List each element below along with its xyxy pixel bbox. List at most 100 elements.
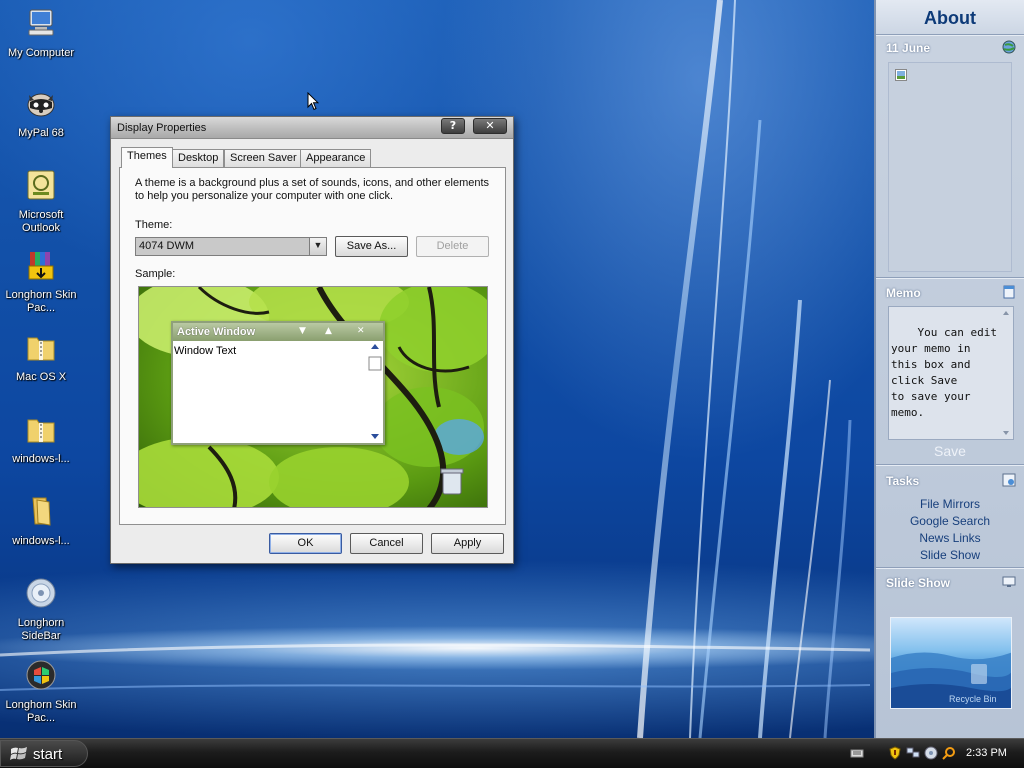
desktop-icon-label: Mac OS X — [15, 371, 67, 383]
raccoon-app-icon — [27, 93, 55, 117]
recycle-bin-icon — [971, 664, 987, 684]
theme-dropdown[interactable]: 4074 DWM ▼ — [135, 237, 327, 256]
desktop-icon-windows-l-zip[interactable]: windows-l... — [0, 412, 82, 466]
desktop-icon-mac-os-x[interactable]: Mac OS X — [0, 330, 82, 384]
slideshow-header: Slide Show — [876, 572, 1024, 594]
search-icon[interactable] — [942, 746, 956, 760]
dialog-title: Display Properties — [117, 122, 207, 134]
desktop-icon-label: Longhorn SideBar — [17, 617, 65, 642]
skin-pack-icon — [26, 660, 56, 690]
task-file-mirrors[interactable]: File Mirrors — [876, 497, 1024, 511]
notepad-icon[interactable] — [1002, 285, 1016, 299]
help-button[interactable]: ? — [441, 118, 465, 134]
sample-active-window: Active Window ▼ ▲ ✕ Window Text — [171, 321, 385, 445]
desktop-icon-mypal[interactable]: MyPal 68 — [0, 86, 82, 140]
tasks-icon[interactable] — [1002, 473, 1016, 487]
apply-button[interactable]: Apply — [431, 533, 504, 554]
desktop-icon-windows-l-folder[interactable]: windows-l... — [0, 494, 82, 548]
keyboard-icon[interactable] — [850, 746, 864, 760]
globe-icon[interactable] — [1002, 40, 1016, 54]
maximize-icon: ▲ — [325, 326, 332, 336]
memo-scrollbar[interactable] — [1000, 308, 1012, 438]
desktop-icon-label: Longhorn Skin Pac... — [5, 699, 77, 724]
windows-logo-icon — [10, 747, 27, 760]
recycle-bin-icon — [440, 468, 464, 495]
themes-tab-panel: A theme is a background plus a set of so… — [119, 167, 506, 525]
installer-box-icon — [28, 252, 54, 280]
theme-sample-preview: Active Window ▼ ▲ ✕ Window Text — [138, 286, 488, 508]
sidebar-date: 11 June — [886, 41, 931, 55]
sample-window-text: Window Text — [174, 345, 237, 357]
theme-label: Theme: — [135, 219, 173, 231]
sidebar-photo-section: 11 June — [876, 37, 1024, 59]
theme-dropdown-value: 4074 DWM — [139, 240, 195, 252]
delete-button[interactable]: Delete — [416, 236, 489, 257]
tasks-title: Tasks — [886, 474, 920, 488]
memo-textarea[interactable]: You can edit your memo in this box and c… — [888, 306, 1014, 440]
sample-scrollbar — [367, 341, 383, 443]
memo-save-button[interactable]: Save — [876, 443, 1024, 459]
theme-description: A theme is a background plus a set of so… — [135, 177, 490, 202]
sample-label: Sample: — [135, 268, 176, 280]
tab-themes[interactable]: Themes — [121, 147, 173, 168]
slideshow-caption: Recycle Bin — [949, 694, 997, 704]
slideshow-image[interactable]: Recycle Bin — [890, 617, 1012, 709]
task-news-links[interactable]: News Links — [876, 531, 1024, 545]
tab-screen-saver[interactable]: Screen Saver — [224, 149, 303, 167]
taskbar-clock[interactable]: 2:33 PM — [966, 747, 1007, 759]
memo-text: You can edit your memo in this box and c… — [891, 326, 997, 419]
desktop-icon-label: My Computer — [7, 47, 75, 59]
display-properties-dialog: Display Properties ? ✕ Themes Desktop Sc… — [110, 116, 514, 564]
desktop-icon-longhorn-skin-pack-1[interactable]: Longhorn Skin Pac... — [0, 248, 82, 315]
desktop-icon-my-computer[interactable]: My Computer — [0, 6, 82, 60]
ok-button[interactable]: OK — [269, 533, 342, 554]
task-google-search[interactable]: Google Search — [876, 514, 1024, 528]
photo-frame[interactable] — [888, 62, 1012, 272]
sidebar-memo-section: Memo — [876, 282, 1024, 304]
security-shield-icon[interactable] — [888, 746, 902, 760]
desktop-icon-label: Longhorn Skin Pac... — [5, 289, 77, 314]
sidebar-divider — [876, 34, 1024, 36]
desktop-icon-longhorn-sidebar[interactable]: Longhorn SideBar — [0, 576, 82, 643]
desktop-icon-label: windows-l... — [12, 453, 70, 465]
sidebar-date-header: 11 June — [876, 37, 1024, 59]
close-button[interactable]: ✕ — [473, 118, 507, 134]
desktop-icon-longhorn-skin-pack-2[interactable]: Longhorn Skin Pac... — [0, 658, 82, 725]
taskbar: start 2:33 PM — [0, 738, 1024, 768]
folder-icon — [32, 497, 51, 526]
sidebar-slideshow-section: Slide Show — [876, 572, 1024, 594]
tab-desktop[interactable]: Desktop — [172, 149, 225, 167]
desktop-icon-label: MyPal 68 — [18, 127, 64, 139]
slideshow-title: Slide Show — [886, 576, 951, 590]
zip-folder-icon — [27, 419, 55, 443]
save-as-button[interactable]: Save As... — [335, 236, 408, 257]
minimize-icon: ▼ — [299, 326, 306, 336]
sidebar-app-icon — [26, 578, 56, 608]
network-icon[interactable] — [906, 746, 920, 760]
sidebar-about-title[interactable]: About — [876, 0, 1024, 34]
longhorn-sidebar: About 11 June Memo You can edit your mem — [874, 0, 1024, 738]
tab-appearance[interactable]: Appearance — [300, 149, 372, 167]
close-icon: ✕ — [357, 326, 365, 336]
start-button[interactable]: start — [0, 740, 88, 767]
desktop-icon-label: Microsoft Outlook — [18, 209, 64, 234]
memo-header: Memo — [876, 282, 1024, 304]
outlook-icon — [27, 170, 55, 200]
sidebar-divider — [876, 567, 1024, 569]
sample-window-title: Active Window — [177, 326, 256, 338]
memo-title: Memo — [886, 286, 921, 300]
monitor-icon[interactable] — [1002, 575, 1016, 589]
desktop-icon-outlook[interactable]: Microsoft Outlook — [0, 168, 82, 235]
cancel-button[interactable]: Cancel — [350, 533, 423, 554]
zip-folder-icon — [27, 337, 55, 361]
sidebar-tray-icon[interactable] — [924, 746, 938, 760]
sample-window-titlebar: Active Window ▼ ▲ ✕ — [173, 323, 383, 341]
desktop-icon-label: windows-l... — [12, 535, 70, 547]
sidebar-tasks-section: Tasks — [876, 470, 1024, 492]
start-label: start — [33, 746, 63, 763]
sidebar-divider — [876, 464, 1024, 466]
dialog-titlebar[interactable]: Display Properties ? ✕ — [111, 117, 513, 139]
task-slide-show[interactable]: Slide Show — [876, 548, 1024, 562]
chevron-down-icon[interactable]: ▼ — [309, 238, 326, 255]
tasks-header: Tasks — [876, 470, 1024, 492]
